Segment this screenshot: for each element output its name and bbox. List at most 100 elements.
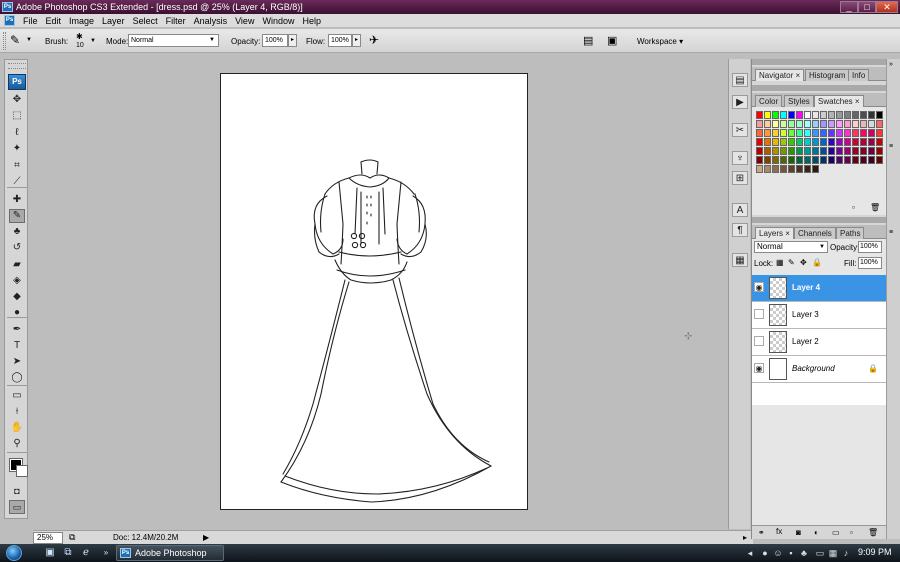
- layer-row[interactable]: ◉ Background 🔒: [752, 356, 886, 383]
- layers-group-header[interactable]: [752, 217, 887, 223]
- scroll-right-arrow[interactable]: ▸: [743, 531, 747, 544]
- tab-info[interactable]: Info: [848, 69, 870, 81]
- menu-window[interactable]: Window: [259, 16, 299, 26]
- taskbar-photoshop-button[interactable]: Ps Adobe Photoshop C...: [116, 545, 224, 561]
- new-swatch-icon[interactable]: ▫: [852, 203, 855, 212]
- crop-tool-icon[interactable]: ⌗: [9, 159, 25, 173]
- swatch[interactable]: [828, 156, 835, 164]
- swatch[interactable]: [780, 120, 787, 128]
- swatch[interactable]: [780, 156, 787, 164]
- swatch[interactable]: [764, 165, 771, 173]
- swatch[interactable]: [756, 120, 763, 128]
- swatch[interactable]: [860, 129, 867, 137]
- swatch[interactable]: [796, 138, 803, 146]
- swatch[interactable]: [852, 138, 859, 146]
- healing-brush-tool-icon[interactable]: ✚: [9, 193, 25, 207]
- layer-visibility-eye-icon[interactable]: [754, 309, 764, 319]
- swatch[interactable]: [764, 111, 771, 119]
- navigator-group-header[interactable]: [752, 59, 887, 65]
- zoom-level-input[interactable]: 25%: [33, 532, 63, 544]
- layer-style-icon[interactable]: fx: [776, 527, 782, 536]
- brushes-panel-icon[interactable]: ♆: [732, 151, 748, 165]
- history-panel-icon[interactable]: ▤: [732, 73, 748, 87]
- screen-mode-icon[interactable]: ▭: [9, 500, 25, 514]
- dock-collapse-icon[interactable]: »: [889, 61, 893, 68]
- swatch[interactable]: [756, 147, 763, 155]
- mode-select[interactable]: Normal ▼: [128, 34, 219, 47]
- swatch[interactable]: [820, 111, 827, 119]
- tab-navigator[interactable]: Navigator ×: [755, 69, 805, 81]
- layer-row[interactable]: Layer 2: [752, 329, 886, 356]
- swatch[interactable]: [828, 120, 835, 128]
- swatch[interactable]: [764, 147, 771, 155]
- swatch[interactable]: [772, 111, 779, 119]
- fill-input[interactable]: 100%: [858, 257, 882, 269]
- swatch[interactable]: [876, 129, 883, 137]
- opacity-slider-button[interactable]: ▸: [288, 34, 297, 47]
- swatches-menu-icon[interactable]: ≡: [889, 143, 893, 150]
- swatch[interactable]: [828, 147, 835, 155]
- actions-panel-icon[interactable]: ▶: [732, 95, 748, 109]
- swatch[interactable]: [788, 111, 795, 119]
- tray-display-icon[interactable]: ▭: [815, 548, 825, 558]
- adjustment-layer-icon[interactable]: ◐: [814, 528, 819, 537]
- blur-tool-icon[interactable]: ◆: [9, 290, 25, 304]
- palette-well-icon[interactable]: ▤: [583, 34, 593, 47]
- tray-messenger-icon[interactable]: ♣: [799, 548, 809, 558]
- swatch[interactable]: [788, 156, 795, 164]
- swatch[interactable]: [780, 138, 787, 146]
- swatch[interactable]: [852, 111, 859, 119]
- menu-analysis[interactable]: Analysis: [191, 16, 233, 26]
- pen-tool-icon[interactable]: ✒: [9, 323, 25, 337]
- swatch[interactable]: [876, 156, 883, 164]
- swatch[interactable]: [844, 138, 851, 146]
- tab-channels[interactable]: Channels: [794, 227, 836, 239]
- notes-tool-icon[interactable]: ▭: [9, 389, 25, 403]
- start-button[interactable]: [6, 545, 22, 561]
- airbrush-icon[interactable]: ✈: [369, 33, 379, 47]
- swatch[interactable]: [772, 147, 779, 155]
- swatch[interactable]: [828, 138, 835, 146]
- tray-volume-icon[interactable]: ♪: [841, 548, 851, 558]
- swatch[interactable]: [860, 111, 867, 119]
- swatch[interactable]: [812, 165, 819, 173]
- swatch[interactable]: [796, 120, 803, 128]
- taskbar-clock[interactable]: 9:09 PM: [858, 547, 892, 557]
- swatch[interactable]: [844, 111, 851, 119]
- layer-visibility-eye-icon[interactable]: ◉: [754, 282, 764, 292]
- swatch[interactable]: [812, 120, 819, 128]
- menu-view[interactable]: View: [232, 16, 259, 26]
- tab-paths[interactable]: Paths: [836, 227, 865, 239]
- tray-device-icon[interactable]: ▪: [786, 548, 796, 558]
- swatch[interactable]: [772, 120, 779, 128]
- swatch[interactable]: [852, 129, 859, 137]
- swatch[interactable]: [772, 138, 779, 146]
- swatch[interactable]: [860, 120, 867, 128]
- menu-filter[interactable]: Filter: [163, 16, 191, 26]
- swatch[interactable]: [868, 138, 875, 146]
- tool-presets-panel-icon[interactable]: ✂: [732, 123, 748, 137]
- swatch[interactable]: [756, 156, 763, 164]
- swatch[interactable]: [804, 129, 811, 137]
- swatch[interactable]: [804, 138, 811, 146]
- swatch[interactable]: [788, 165, 795, 173]
- tray-shield-icon[interactable]: ●: [760, 548, 770, 558]
- swatch[interactable]: [788, 147, 795, 155]
- swatch[interactable]: [812, 156, 819, 164]
- swatch[interactable]: [804, 120, 811, 128]
- layer-visibility-eye-icon[interactable]: ◉: [754, 363, 764, 373]
- swatch[interactable]: [860, 156, 867, 164]
- tray-user-icon[interactable]: ☺: [773, 548, 783, 558]
- swatch[interactable]: [804, 156, 811, 164]
- lock-position-icon[interactable]: ✥: [800, 258, 807, 267]
- swatch[interactable]: [868, 111, 875, 119]
- clone-source-panel-icon[interactable]: ⊞: [732, 171, 748, 185]
- swatch[interactable]: [780, 165, 787, 173]
- brush-tool-icon[interactable]: ✎: [9, 209, 25, 223]
- path-selection-tool-icon[interactable]: ➤: [9, 355, 25, 369]
- photoshop-menu-icon[interactable]: Ps: [4, 15, 15, 26]
- background-color-swatch[interactable]: [16, 465, 28, 477]
- tray-expand-icon[interactable]: ◂: [745, 548, 755, 558]
- tab-swatches[interactable]: Swatches ×: [814, 95, 864, 107]
- swatch[interactable]: [860, 138, 867, 146]
